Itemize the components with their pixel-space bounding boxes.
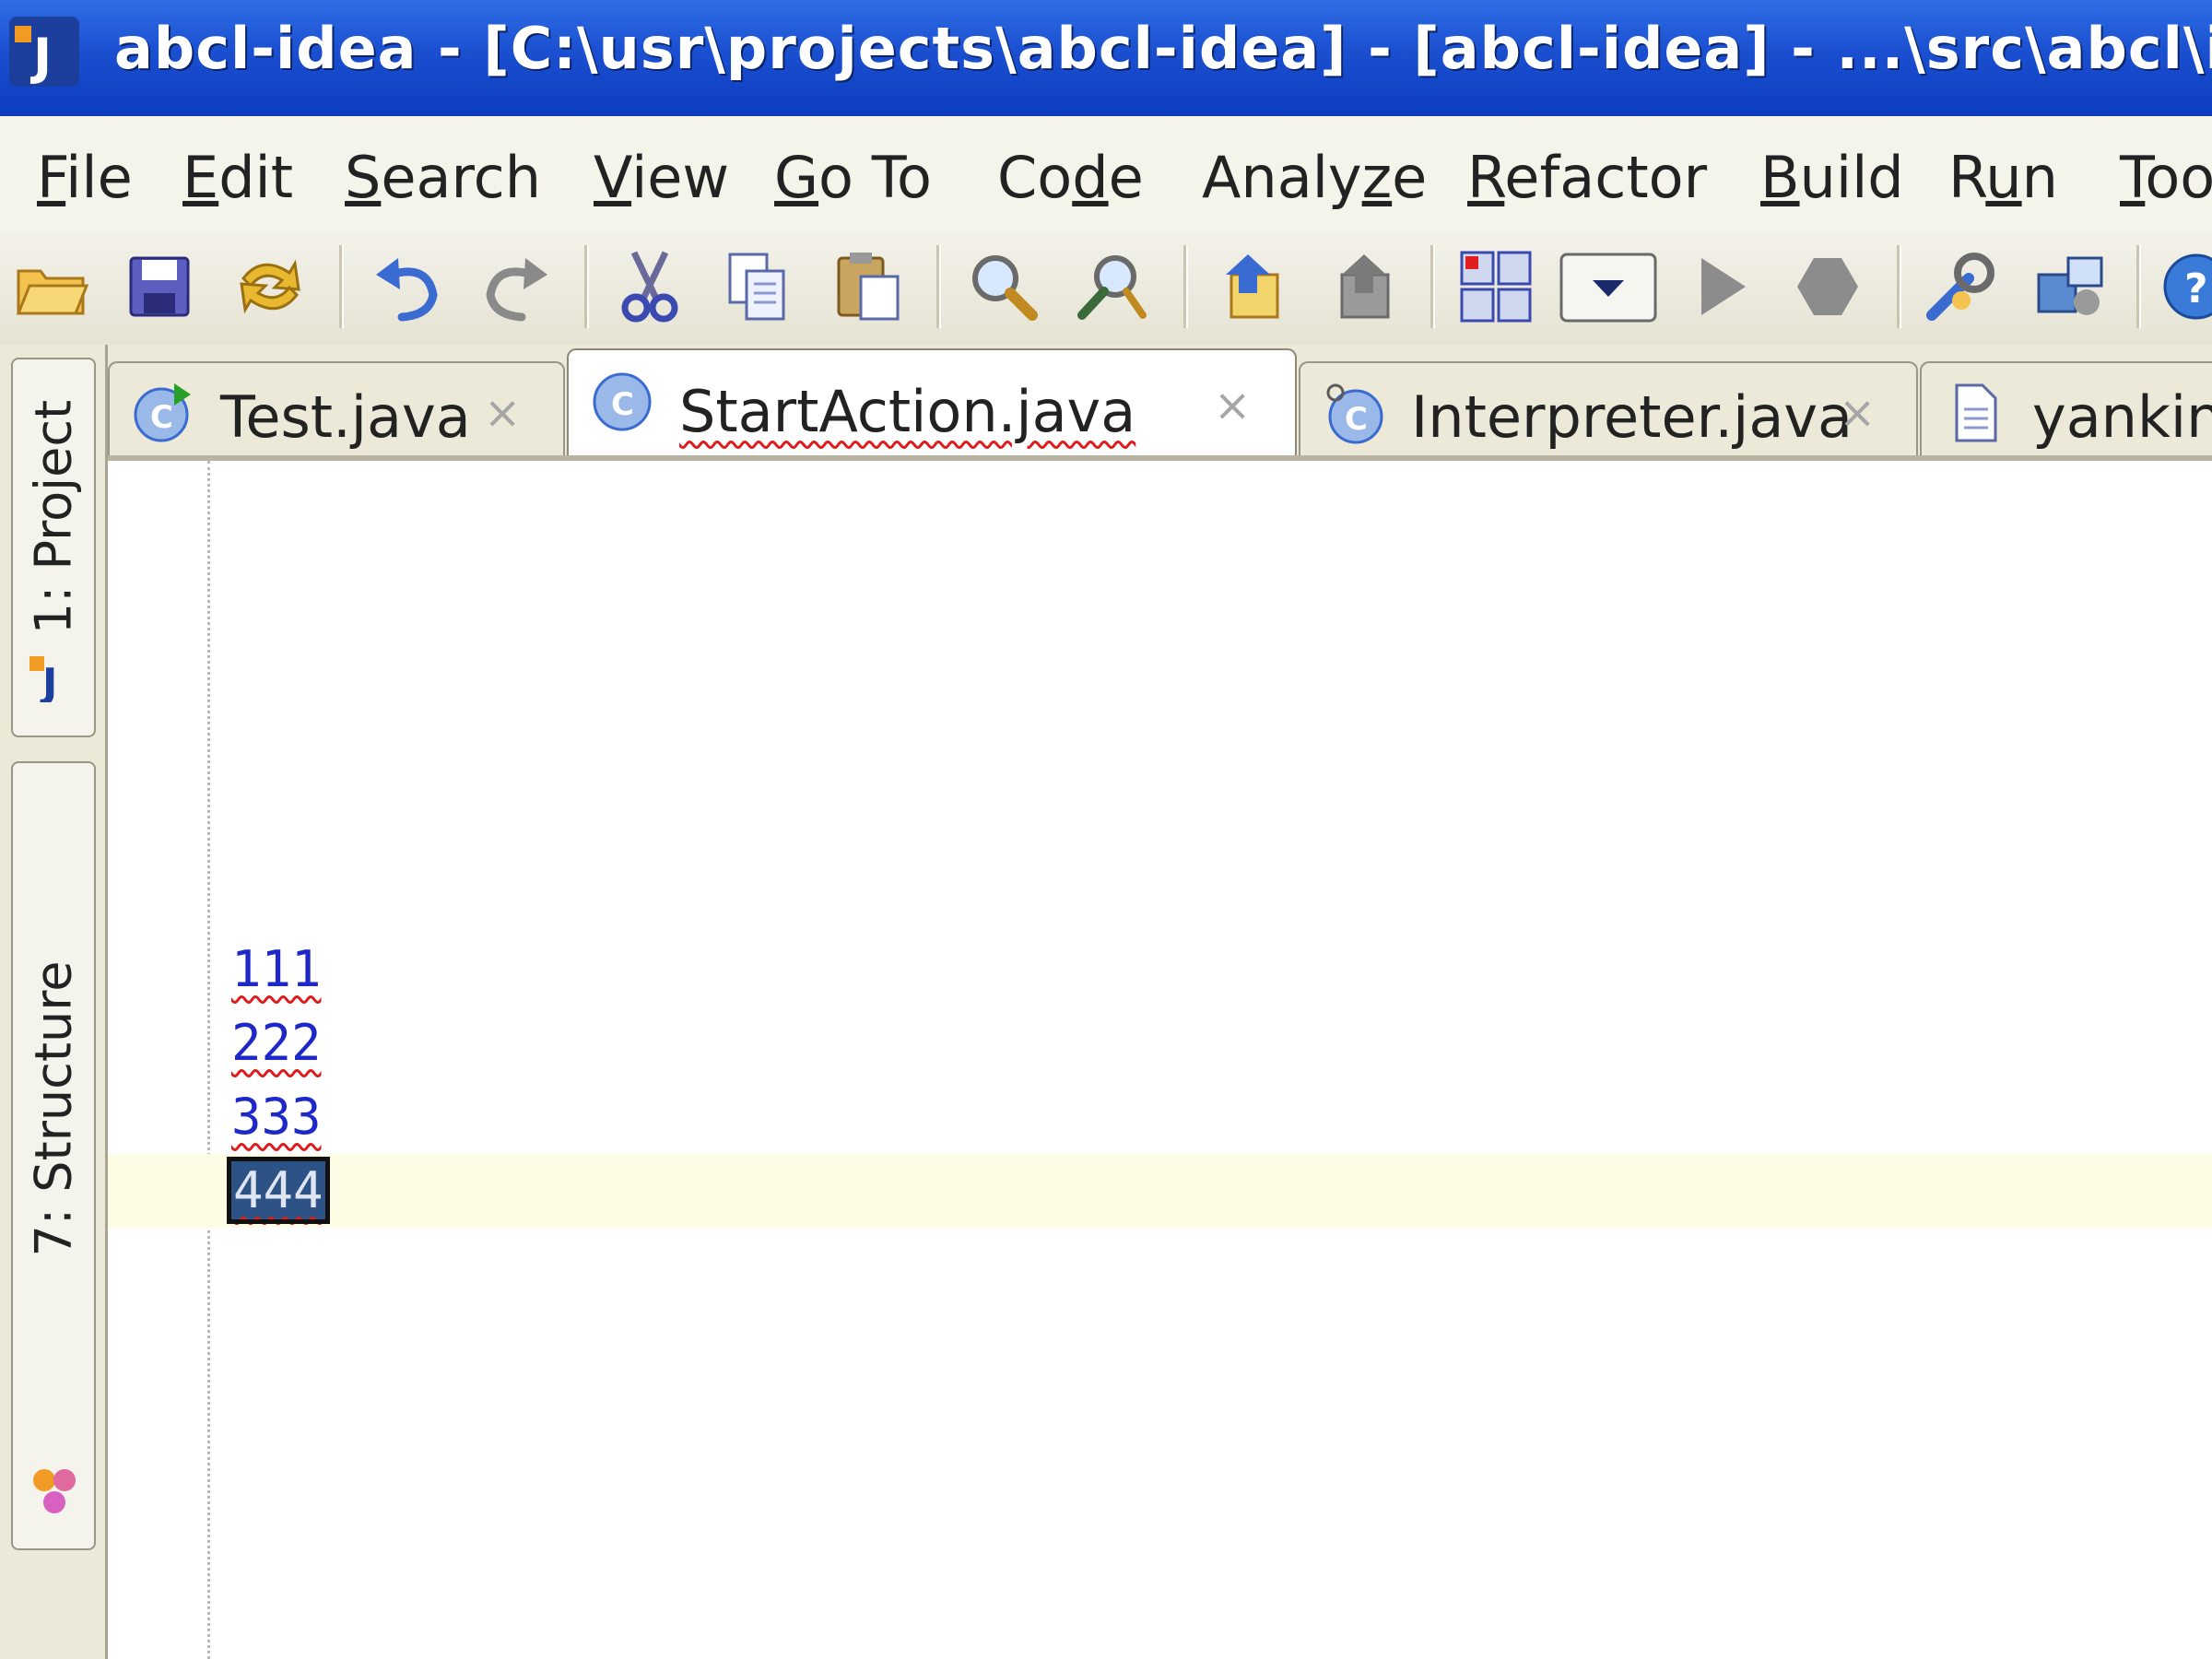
close-icon[interactable]: × [1839,387,1876,439]
menu-build[interactable]: Build [1760,144,1904,211]
window-title: abcl-idea - [C:\usr\projects\abcl-idea] … [114,15,2212,82]
menu-tools[interactable]: Too [2120,144,2212,211]
title-bar[interactable]: J abcl-idea - [C:\usr\projects\abcl-idea… [0,0,2212,116]
menu-refactor[interactable]: Refactor [1467,144,1707,211]
undo-icon[interactable] [367,247,446,326]
toolbar-separator [2136,245,2141,328]
debug-icon[interactable] [1788,247,1867,326]
toolbar-separator [1183,245,1188,328]
menu-bar: File Edit Search View Go To Code Analyze… [0,116,2212,232]
project-icon: J [28,649,81,707]
svg-text:J: J [40,660,57,702]
menu-analyze[interactable]: Analyze [1202,144,1427,211]
test-class-icon: C [132,382,194,444]
open-folder-icon[interactable] [13,247,92,326]
copy-icon[interactable] [719,247,798,326]
structure-icon [28,1465,81,1519]
class-icon: C [591,371,653,433]
sync-icon[interactable] [230,247,310,326]
structure-tool-tab[interactable]: 7: Structure [11,761,96,1550]
menu-view[interactable]: View [594,144,729,211]
find-icon[interactable] [964,247,1043,326]
class-icon: C [1323,382,1385,444]
run-icon[interactable] [1681,247,1760,326]
editor-tab-bar: C Test.java × C StartAction.java × C Int… [108,345,2212,461]
make-icon[interactable] [1456,247,1535,326]
intellij-app-icon[interactable]: J [6,13,83,90]
save-icon[interactable] [120,247,199,326]
tab-label: StartAction.java [679,378,1136,445]
redo-icon[interactable] [477,247,557,326]
structure-tab-label: 7: Structure [24,960,83,1257]
close-icon[interactable]: × [484,387,521,439]
tab-label: Test.java [220,383,471,451]
menu-code[interactable]: Code [997,144,1144,211]
code-line[interactable]: 222 [231,1014,322,1072]
cut-icon[interactable] [610,247,689,326]
svg-text:C: C [611,386,634,423]
tab-interpreter-java[interactable]: C Interpreter.java × [1299,361,1918,455]
project-structure-icon[interactable] [2031,247,2111,326]
settings-icon[interactable] [1923,247,2002,326]
forward-icon[interactable] [1322,247,1401,326]
back-icon[interactable] [1211,247,1290,326]
code-line[interactable]: 111 [231,940,322,998]
svg-text:?: ? [2184,265,2208,312]
menu-edit[interactable]: Edit [182,144,293,211]
menu-go-to[interactable]: Go To [774,144,932,211]
file-icon [1944,382,2006,444]
toolbar-separator [584,245,589,328]
toolbar-separator [1430,245,1435,328]
close-icon[interactable]: × [1214,380,1251,431]
tab-yanking-lisp[interactable]: yanking.lisp [1920,361,2212,455]
svg-text:J: J [29,28,52,86]
run-config-dropdown[interactable] [1558,247,1659,326]
tool-window-strip: J 1: Project 7: Structure [0,345,108,1659]
toolbar-separator [339,245,344,328]
svg-text:C: C [1345,401,1368,438]
menu-run[interactable]: Run [1948,144,2058,211]
project-tab-label: 1: Project [24,400,83,635]
help-icon[interactable]: ? [2157,247,2212,326]
paste-icon[interactable] [830,247,909,326]
tab-label: Interpreter.java [1411,383,1853,451]
find-usages-icon[interactable] [1075,247,1154,326]
tab-startaction-java[interactable]: C StartAction.java × [567,348,1297,455]
menu-file[interactable]: File [37,144,133,211]
code-line[interactable]: 333 [231,1088,322,1146]
tab-label: yanking.lisp [2032,383,2212,451]
selected-code-line[interactable]: 444 [227,1157,330,1224]
gutter-divider [207,461,210,1659]
svg-text:C: C [150,399,173,436]
tab-test-java[interactable]: C Test.java × [108,361,565,455]
caret-row-highlight [108,1154,2212,1228]
menu-search[interactable]: Search [345,144,541,211]
project-tool-tab[interactable]: J 1: Project [11,358,96,737]
toolbar-separator [936,245,941,328]
toolbar-separator [1897,245,1901,328]
code-editor[interactable]: 111 222 333 444 [108,461,2212,1659]
main-toolbar: ? [0,230,2212,347]
